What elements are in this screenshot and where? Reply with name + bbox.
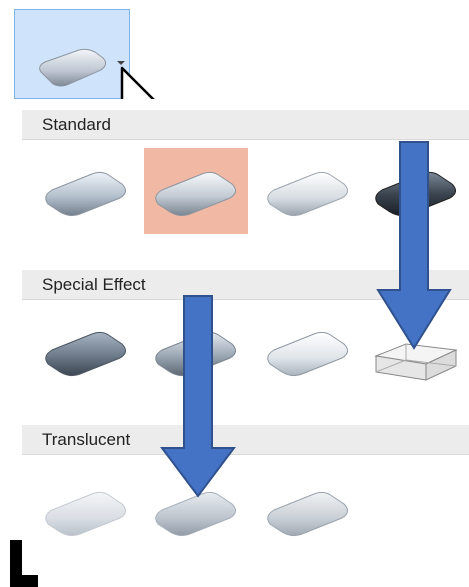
style-preview-icon (267, 171, 348, 217)
down-arrow-icon (376, 141, 452, 350)
rounded-shape-preview-icon (39, 48, 107, 87)
chevron-down-icon (117, 61, 125, 65)
down-arrow-icon (160, 295, 236, 498)
section-header-translucent: Translucent (22, 425, 469, 455)
style-preview-icon (267, 331, 348, 377)
style-preview-icon (45, 171, 126, 217)
style-tile-special-3[interactable] (258, 308, 362, 394)
style-tile-standard-2[interactable] (144, 148, 248, 234)
style-tile-translucent-1[interactable] (36, 468, 140, 554)
window-edge (10, 575, 38, 587)
style-preview-icon (45, 331, 126, 377)
style-preview-icon (155, 171, 236, 217)
style-tile-standard-3[interactable] (258, 148, 362, 234)
style-preview-icon (45, 491, 126, 537)
style-tile-standard-1[interactable] (36, 148, 140, 234)
style-dropdown-button[interactable] (14, 9, 130, 99)
style-tile-special-1[interactable] (36, 308, 140, 394)
style-preview-icon (267, 491, 348, 537)
section-header-standard: Standard (22, 110, 469, 140)
style-tile-translucent-3[interactable] (258, 468, 362, 554)
